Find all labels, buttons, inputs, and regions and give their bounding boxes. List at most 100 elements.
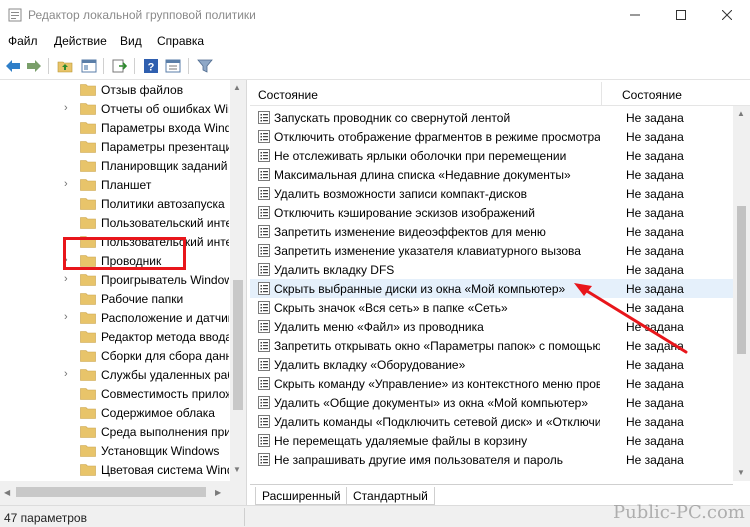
tree-item[interactable]: › Отчеты об ошибках Windows [0,99,240,118]
close-button[interactable] [704,0,750,30]
scroll-up-arrow-icon[interactable]: ▲ [233,83,241,92]
chevron-right-icon[interactable]: › [64,273,72,285]
folder-icon [80,217,96,229]
tree-item-label: Отзыв файлов [101,83,184,97]
policy-row[interactable]: Не запрашивать другие имя пользователя и… [250,450,744,469]
title-bar: Редактор локальной групповой политики [0,0,750,30]
policy-name: Запускать проводник со свернутой лентой [274,111,511,125]
tree-item[interactable]: Планировщик заданий [0,156,240,175]
column-header-name[interactable]: Состояние [258,88,318,102]
tree-item[interactable]: Политики автозапуска [0,194,240,213]
show-hide-tree-button[interactable] [80,57,98,75]
folder-icon [80,274,96,286]
status-text: 47 параметров [4,511,87,525]
list-scroll-down-arrow-icon[interactable]: ▼ [737,468,745,477]
tree-item[interactable]: Отзыв файлов [0,80,240,99]
tree-item[interactable]: Сборки для сбора данных [0,346,240,365]
properties-icon [165,59,181,73]
tree-item[interactable]: Редактор метода ввода [0,327,240,346]
filter-icon [197,59,213,73]
policy-row[interactable]: Запускать проводник со свернутой лентой Н… [250,108,744,127]
policy-state: Не задана [626,244,684,258]
tree-hscrollbar-thumb[interactable] [16,487,206,497]
policy-row[interactable]: Удалить возможности записи компакт-диско… [250,184,744,203]
policy-row[interactable]: Отключить кэширование эскизов изображени… [250,203,744,222]
policy-row[interactable]: Максимальная длина списка «Недавние доку… [250,165,744,184]
policy-name: Не перемещать удаляемые файлы в корзину [274,434,528,448]
scroll-left-arrow-icon[interactable]: ◀ [4,488,10,497]
back-button[interactable] [4,57,22,75]
tree-item-label: Цветовая система Windows [101,463,229,477]
menu-view[interactable]: Вид [120,34,142,48]
tree-item[interactable]: › Службы удаленных рабочих столов [0,365,240,384]
tree-item-label: Отчеты об ошибках Windows [101,102,229,116]
tree-scrollbar-thumb[interactable] [233,280,243,410]
toolbar: ? [0,52,750,80]
list-scrollbar-thumb[interactable] [737,206,746,354]
menu-action[interactable]: Действие [54,34,107,48]
folder-icon [80,122,96,134]
policy-row[interactable]: Не отслеживать ярлыки оболочки при перем… [250,146,744,165]
filter-button[interactable] [196,57,214,75]
properties-button[interactable] [164,57,182,75]
tree-item-label: Рабочие папки [101,292,184,306]
menu-file[interactable]: Файл [8,34,38,48]
tree-item[interactable]: Совместимость приложений [0,384,240,403]
tree-item[interactable]: › Планшет [0,175,240,194]
policy-name: Отключить кэширование эскизов изображени… [274,206,535,220]
tree-item[interactable]: Установщик Windows [0,441,240,460]
policy-row[interactable]: Скрыть команду «Управление» из контекстн… [250,374,744,393]
policy-name: Удалить вкладку DFS [274,263,395,277]
tree-item-label: Политики автозапуска [101,197,225,211]
policy-state: Не задана [626,225,684,239]
tree-item[interactable]: Параметры презентации [0,137,240,156]
policy-row[interactable]: Удалить команды «Подключить сетевой диск… [250,412,744,431]
policy-row[interactable]: Запретить изменение видеоэффектов для ме… [250,222,744,241]
policy-row[interactable]: Удалить «Общие документы» из окна «Мой к… [250,393,744,412]
tree-item[interactable]: Рабочие папки [0,289,240,308]
tree-item-label: Сборки для сбора данных [101,349,229,363]
chevron-right-icon[interactable]: › [64,311,72,323]
tree-item[interactable]: Параметры входа Windows [0,118,240,137]
tree-item-label: Среда выполнения приложений [101,425,229,439]
export-list-button[interactable] [110,57,128,75]
policy-row[interactable]: Запретить изменение указателя клавиатурн… [250,241,744,260]
policy-state: Не задана [626,206,684,220]
column-header-state[interactable]: Состояние [622,88,682,102]
list-scrollbar[interactable]: ▲ ▼ [733,106,750,481]
policy-row[interactable]: Отключить отображение фрагментов в режим… [250,127,744,146]
maximize-icon [676,10,686,20]
list-scroll-up-arrow-icon[interactable]: ▲ [737,109,745,118]
policy-setting-icon [258,168,270,181]
tree-item[interactable]: Пользовательский интерфейс [0,213,240,232]
tab-standard[interactable]: Стандартный [346,487,435,505]
policy-setting-icon [258,434,270,447]
up-button[interactable] [56,57,74,75]
scroll-down-arrow-icon[interactable]: ▼ [233,465,241,474]
chevron-right-icon[interactable]: › [64,368,72,380]
tree-item[interactable]: Цветовая система Windows [0,460,240,479]
policy-setting-icon [258,377,270,390]
chevron-right-icon[interactable]: › [64,102,72,114]
tree-item[interactable]: Среда выполнения приложений [0,422,240,441]
tree-item[interactable]: Содержимое облака [0,403,240,422]
tree-item[interactable]: › Проигрыватель Windows Media [0,270,240,289]
chevron-right-icon[interactable]: › [64,178,72,190]
menu-help[interactable]: Справка [157,34,204,48]
folder-icon [80,312,96,324]
policy-row[interactable]: Не перемещать удаляемые файлы в корзину Н… [250,431,744,450]
folder-icon [80,198,96,210]
tree-hscrollbar[interactable]: ◀ ▶ [0,481,230,505]
tree-scrollbar[interactable]: ▲ ▼ [230,80,246,505]
help-button[interactable]: ? [142,57,160,75]
tree-item[interactable]: › Расположение и датчики [0,308,240,327]
policy-name: Скрыть значок «Вся сеть» в папке «Сеть» [274,301,508,315]
tab-extended[interactable]: Расширенный [255,487,348,505]
scroll-right-arrow-icon[interactable]: ▶ [215,488,221,497]
tree-item-label: Расположение и датчики [101,311,229,325]
maximize-button[interactable] [658,0,704,30]
forward-button[interactable] [25,57,43,75]
policy-setting-icon [258,244,270,257]
minimize-button[interactable] [612,0,658,30]
policy-setting-icon [258,282,270,295]
